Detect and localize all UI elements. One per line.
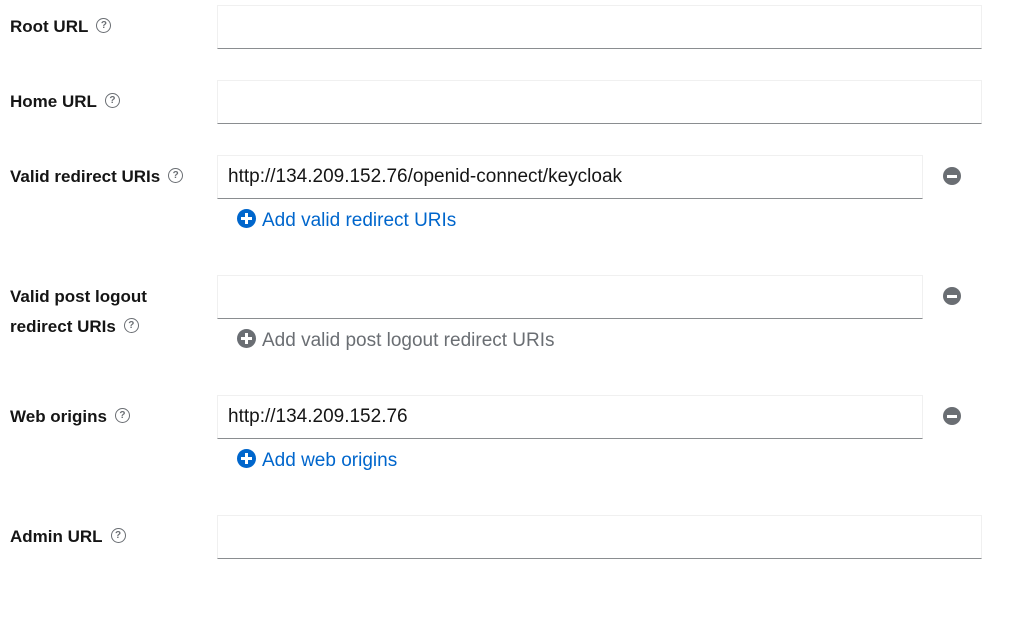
help-icon[interactable]: ? [114, 408, 130, 424]
remove-web-origin-button[interactable] [943, 407, 961, 425]
valid-post-logout-redirect-uris-label-line2: redirect URIs? [10, 312, 139, 342]
plus-circle-icon [237, 329, 256, 349]
help-icon[interactable]: ? [123, 318, 139, 334]
admin-url-label-text: Admin URL [10, 527, 103, 546]
plus-circle-icon [237, 209, 256, 229]
help-icon[interactable]: ? [104, 93, 120, 109]
admin-url-label: Admin URL? [10, 522, 126, 552]
add-web-origins-button[interactable]: Add web origins [237, 449, 397, 473]
valid-post-logout-label-line1: Valid post logout [10, 287, 147, 306]
add-web-origins-label: Add web origins [262, 450, 398, 471]
web-origins-label: Web origins? [10, 402, 130, 432]
help-icon[interactable]: ? [110, 528, 126, 544]
valid-redirect-uris-label-text: Valid redirect URIs [10, 167, 161, 186]
web-origin-input[interactable]: http://134.209.152.76 [217, 395, 923, 439]
home-url-label: Home URL? [10, 87, 120, 117]
admin-url-input[interactable] [217, 515, 982, 559]
add-valid-post-logout-redirect-uris-button[interactable]: Add valid post logout redirect URIs [237, 329, 555, 353]
root-url-input[interactable] [217, 5, 982, 49]
valid-post-logout-redirect-uris-label: Valid post logout [10, 282, 147, 312]
plus-circle-icon [237, 449, 256, 469]
valid-redirect-uris-label: Valid redirect URIs? [10, 162, 184, 192]
help-icon[interactable]: ? [96, 18, 112, 34]
help-icon[interactable]: ? [168, 168, 184, 184]
home-url-input[interactable] [217, 80, 982, 124]
add-valid-redirect-uris-button[interactable]: Add valid redirect URIs [237, 209, 456, 233]
valid-redirect-uri-input[interactable]: http://134.209.152.76/openid-connect/key… [217, 155, 923, 199]
remove-redirect-uri-button[interactable] [943, 167, 961, 185]
valid-post-logout-label-line2: redirect URIs [10, 317, 116, 336]
add-valid-post-logout-redirect-uris-label: Add valid post logout redirect URIs [262, 330, 555, 351]
web-origins-label-text: Web origins [10, 407, 107, 426]
valid-post-logout-redirect-uri-input[interactable] [217, 275, 923, 319]
root-url-label-text: Root URL [10, 17, 89, 36]
root-url-label: Root URL? [10, 12, 112, 42]
remove-post-logout-redirect-uri-button[interactable] [943, 287, 961, 305]
add-valid-redirect-uris-label: Add valid redirect URIs [262, 210, 457, 231]
home-url-label-text: Home URL [10, 92, 97, 111]
